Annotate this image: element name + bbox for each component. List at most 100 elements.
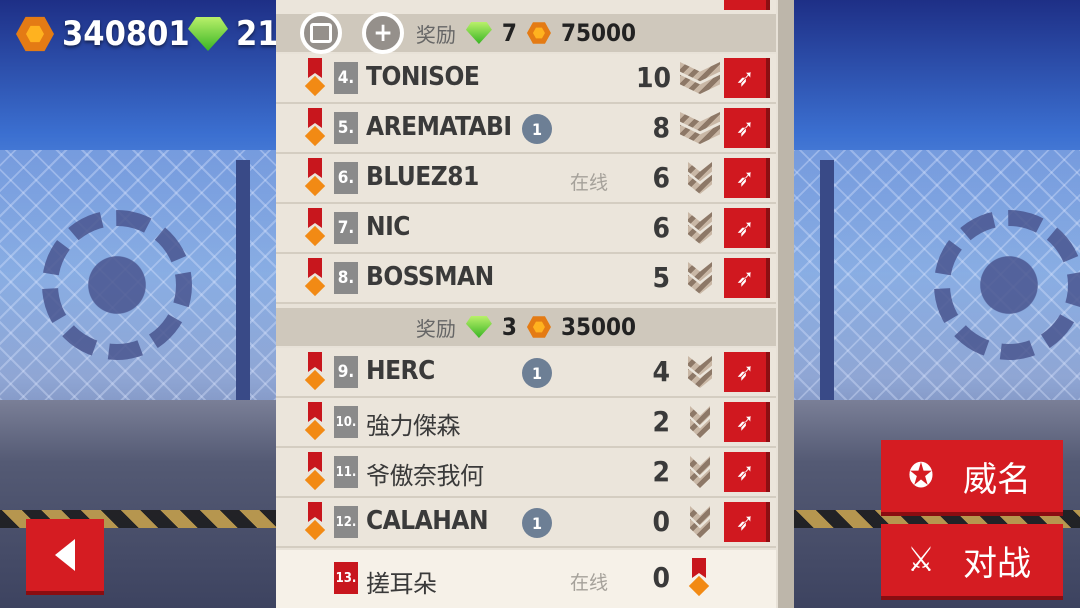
gem-amount: 21	[236, 14, 279, 54]
leaderboard-row[interactable]: 5. AREMATABI 1 8 ➶	[276, 104, 776, 154]
green-gem-icon	[465, 22, 492, 44]
fence-post	[236, 160, 250, 400]
sword-icon[interactable]: ➶	[724, 452, 770, 492]
battle-button[interactable]: ⚔ 对战	[881, 524, 1063, 600]
player-name[interactable]: TONISOE	[366, 62, 480, 92]
chest-button[interactable]	[300, 12, 342, 54]
medal-icon	[304, 402, 326, 442]
fame-label: 威名	[963, 459, 1031, 500]
player-score: 2	[652, 455, 670, 488]
leaderboard-row[interactable]: 7. NIC 6 ➶	[276, 204, 776, 254]
reward-gems: 3	[501, 313, 517, 341]
leaderboard-row[interactable]: 8. BOSSMAN 5 ➶	[276, 254, 776, 304]
leaderboard-row[interactable]: 4. TONISOE 10 ➶	[276, 54, 776, 104]
player-name[interactable]: NIC	[366, 212, 410, 242]
rank-number: 7.	[334, 212, 358, 244]
rank-number: 4.	[334, 62, 358, 94]
rank-chevron-icon	[688, 356, 712, 388]
chest-icon	[310, 23, 332, 43]
reward-tier: 奖励 3 35000	[276, 308, 776, 346]
arena-background-left	[0, 0, 276, 608]
back-button[interactable]	[26, 519, 104, 595]
leaderboard-row[interactable]: 6. BLUEZ81 在线 6 ➶	[276, 154, 776, 204]
medal-icon	[304, 108, 326, 148]
player-name[interactable]: BLUEZ81	[366, 162, 479, 192]
rank-number: 11.	[334, 456, 358, 488]
player-name[interactable]: 強力傑森	[366, 406, 461, 441]
reward-gems: 7	[501, 19, 517, 47]
player-name[interactable]: AREMATABI	[366, 112, 512, 142]
level-badge: 1	[522, 508, 552, 538]
reward-tier: 奖励 7 75000	[276, 14, 776, 52]
reward-coins: 75000	[560, 19, 637, 47]
rank-chevron-icon	[688, 212, 712, 244]
fence-post	[820, 160, 834, 400]
leaderboard-row-self[interactable]: 13. 搓耳朵 在线 0	[276, 550, 776, 608]
medal-icon	[304, 502, 326, 542]
level-badge: 1	[522, 358, 552, 388]
player-name[interactable]: CALAHAN	[366, 506, 489, 536]
scrollbar[interactable]	[778, 0, 794, 608]
medal-icon	[304, 58, 326, 98]
rank-chevron-icon	[690, 506, 710, 538]
rank-chevron-icon	[688, 162, 712, 194]
medal-icon	[304, 158, 326, 198]
player-score: 5	[652, 261, 670, 294]
reward-label: 奖励	[415, 22, 456, 47]
fame-button[interactable]: ✪ 威名	[881, 440, 1063, 516]
sword-icon[interactable]: ➶	[724, 208, 770, 248]
rank-chevron-icon	[688, 262, 712, 294]
medal-icon	[304, 258, 326, 298]
sword-icon[interactable]: ➶	[724, 158, 770, 198]
add-button[interactable]: +	[362, 12, 404, 54]
skull-gear-emblem	[934, 210, 1080, 360]
sword-icon[interactable]: ➶	[724, 108, 770, 148]
sword-icon[interactable]: ➶	[724, 0, 770, 10]
coin-amount: 340801	[62, 14, 190, 54]
sword-icon[interactable]: ➶	[724, 502, 770, 542]
leaderboard-row[interactable]: 12. CALAHAN 1 0 ➶	[276, 498, 776, 548]
medal-icon	[688, 558, 710, 598]
player-score: 2	[652, 405, 670, 438]
rank-chevron-icon	[690, 406, 710, 438]
sword-icon[interactable]: ➶	[724, 352, 770, 392]
rank-number: 5.	[334, 112, 358, 144]
rank-number: 10.	[334, 406, 358, 438]
medal-icon	[304, 208, 326, 248]
online-status: 在线	[570, 172, 609, 194]
rank-number: 12.	[334, 506, 358, 538]
green-gem-icon	[465, 316, 492, 338]
skull-gear-emblem	[42, 210, 192, 360]
player-score: 8	[652, 111, 670, 144]
sword-icon[interactable]: ➶	[724, 258, 770, 298]
hexagon-coin-icon	[526, 316, 551, 338]
crown-star-icon: ✪	[908, 456, 934, 496]
green-gem-icon	[188, 17, 228, 51]
player-name: 搓耳朵	[366, 570, 437, 598]
sword-icon[interactable]: ➶	[724, 402, 770, 442]
leaderboard-panel[interactable]: ➶ 奖励 7 75000 4. TONISOE 10 ➶ 5. AREMATAB…	[276, 0, 794, 608]
hexagon-coin-icon	[16, 16, 54, 52]
leaderboard-row[interactable]: 11. 爷傲奈我何 2 ➶	[276, 448, 776, 498]
leaderboard-row[interactable]: 9. HERC 1 4 ➶	[276, 348, 776, 398]
player-score: 6	[652, 161, 670, 194]
player-name[interactable]: BOSSMAN	[366, 262, 494, 292]
medal-icon	[304, 352, 326, 392]
player-name[interactable]: 爷傲奈我何	[366, 456, 484, 491]
player-name[interactable]: HERC	[366, 356, 435, 386]
coin-balance: 340801	[16, 14, 190, 54]
player-score: 10	[636, 61, 672, 94]
arena-background-right	[794, 0, 1080, 608]
battle-label: 对战	[963, 543, 1031, 584]
rank-number: 9.	[334, 356, 358, 388]
sword-icon[interactable]: ➶	[724, 58, 770, 98]
gem-balance: 21	[188, 14, 279, 54]
rank-number: 13.	[334, 562, 358, 594]
player-score: 0	[652, 561, 670, 594]
rank-number: 8.	[334, 262, 358, 294]
plus-icon: +	[373, 18, 393, 48]
rank-chevron-icon	[680, 112, 720, 144]
leaderboard-row[interactable]: 10. 強力傑森 2 ➶	[276, 398, 776, 448]
reward-coins: 35000	[560, 313, 637, 341]
rank-chevron-icon	[690, 456, 710, 488]
